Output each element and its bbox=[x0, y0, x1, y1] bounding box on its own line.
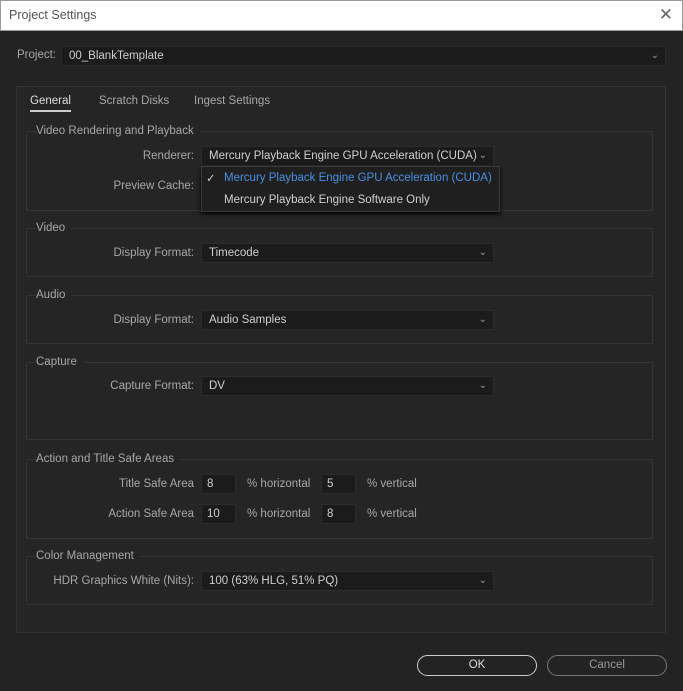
tab-general[interactable]: General bbox=[30, 95, 71, 112]
action-vertical-label: % vertical bbox=[367, 508, 417, 520]
action-safe-horizontal-input[interactable]: 10 bbox=[201, 504, 236, 524]
title-horizontal-label: % horizontal bbox=[247, 478, 311, 490]
audio-display-format-value: Audio Samples bbox=[209, 314, 287, 326]
hdr-graphics-white-value: 100 (63% HLG, 51% PQ) bbox=[209, 575, 339, 587]
preview-cache-label: Preview Cache: bbox=[113, 180, 194, 192]
capture-title: Capture bbox=[36, 356, 83, 368]
capture-group bbox=[26, 362, 653, 440]
safe-areas-title: Action and Title Safe Areas bbox=[36, 453, 181, 465]
close-icon[interactable]: ✕ bbox=[659, 5, 673, 25]
video-display-format-dropdown[interactable]: Timecode ⌄ bbox=[201, 243, 494, 263]
action-safe-label: Action Safe Area bbox=[108, 508, 194, 520]
cancel-button[interactable]: Cancel bbox=[547, 655, 667, 676]
title-vertical-label: % vertical bbox=[367, 478, 417, 490]
renderer-dropdown[interactable]: Mercury Playback Engine GPU Acceleration… bbox=[201, 146, 494, 166]
chevron-down-icon: ⌄ bbox=[478, 575, 487, 586]
audio-title: Audio bbox=[36, 289, 72, 301]
video-display-format-value: Timecode bbox=[209, 247, 260, 259]
action-horizontal-label: % horizontal bbox=[247, 508, 311, 520]
window-title: Project Settings bbox=[9, 8, 97, 22]
menu-item-gpu-cuda[interactable]: Mercury Playback Engine GPU Acceleration… bbox=[224, 172, 492, 184]
chevron-down-icon: ⌄ bbox=[650, 50, 659, 61]
action-safe-vertical-input[interactable]: 8 bbox=[321, 504, 356, 524]
capture-format-dropdown[interactable]: DV ⌄ bbox=[201, 376, 494, 396]
hdr-graphics-white-label: HDR Graphics White (Nits): bbox=[53, 575, 194, 587]
color-management-title: Color Management bbox=[36, 550, 140, 562]
chevron-down-icon: ⌄ bbox=[478, 314, 487, 325]
chevron-down-icon: ⌄ bbox=[478, 247, 487, 258]
renderer-label: Renderer: bbox=[142, 150, 194, 162]
menu-item-software-only[interactable]: Mercury Playback Engine Software Only bbox=[224, 194, 430, 206]
ok-button[interactable]: OK bbox=[417, 655, 537, 676]
hdr-graphics-white-dropdown[interactable]: 100 (63% HLG, 51% PQ) ⌄ bbox=[201, 571, 494, 591]
safe-areas-group bbox=[26, 459, 653, 539]
video-display-format-label: Display Format: bbox=[113, 247, 194, 259]
check-icon: ✓ bbox=[206, 173, 216, 185]
tab-scratch-disks[interactable]: Scratch Disks bbox=[99, 95, 169, 107]
project-value: 00_BlankTemplate bbox=[69, 50, 164, 62]
capture-format-value: DV bbox=[209, 380, 225, 392]
renderer-value: Mercury Playback Engine GPU Acceleration… bbox=[209, 150, 477, 162]
capture-format-label: Capture Format: bbox=[110, 380, 194, 392]
project-label: Project: bbox=[17, 49, 56, 61]
title-safe-horizontal-input[interactable]: 8 bbox=[201, 474, 236, 494]
renderer-menu: ✓ Mercury Playback Engine GPU Accelerati… bbox=[201, 166, 500, 212]
tab-ingest-settings[interactable]: Ingest Settings bbox=[194, 95, 270, 107]
video-rendering-title: Video Rendering and Playback bbox=[36, 125, 200, 137]
chevron-down-icon: ⌄ bbox=[478, 150, 487, 161]
audio-display-format-label: Display Format: bbox=[113, 314, 194, 326]
title-safe-vertical-input[interactable]: 5 bbox=[321, 474, 356, 494]
video-title: Video bbox=[36, 222, 72, 234]
project-dropdown[interactable]: 00_BlankTemplate ⌄ bbox=[61, 46, 666, 66]
chevron-down-icon: ⌄ bbox=[478, 380, 487, 391]
audio-display-format-dropdown[interactable]: Audio Samples ⌄ bbox=[201, 310, 494, 330]
title-safe-label: Title Safe Area bbox=[118, 478, 194, 490]
title-bar bbox=[0, 0, 683, 31]
